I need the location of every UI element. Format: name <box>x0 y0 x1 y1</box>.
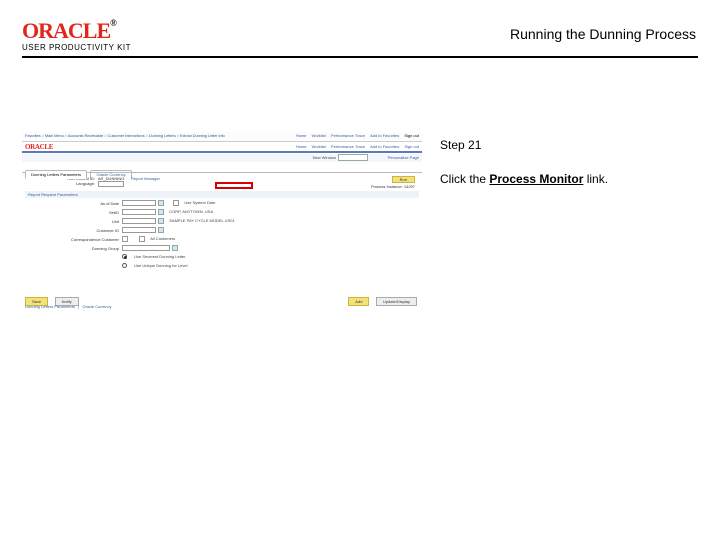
mini-oracle-logo: ORACLE <box>25 143 53 151</box>
radio-severest[interactable] <box>122 254 127 259</box>
use-sys-date-label: Use System Date <box>184 200 215 205</box>
link-home[interactable]: Home <box>296 133 307 138</box>
setid-input[interactable] <box>122 209 156 215</box>
link-perf-trace[interactable]: Performance Trace <box>331 133 365 138</box>
product-name: USER PRODUCTIVITY KIT <box>22 43 131 52</box>
sub-link-fav[interactable]: Add to Favorites <box>370 144 399 149</box>
bottom-link-currency[interactable]: Oracle Currency <box>82 304 111 309</box>
unit-input[interactable] <box>122 218 156 224</box>
add-button[interactable]: Add <box>348 297 369 306</box>
sub-link-worklist[interactable]: Worklist <box>312 144 326 149</box>
step-label: Step 21 <box>440 138 692 152</box>
crumb-sep: > <box>177 133 179 138</box>
instruction-panel: Step 21 Click the Process Monitor link. <box>440 138 692 186</box>
oracle-logo: ORACLE® USER PRODUCTIVITY KIT <box>22 18 131 52</box>
instance-value: 14297 <box>404 184 415 189</box>
sub-link-signout[interactable]: Sign out <box>404 144 419 149</box>
sub-link-home[interactable]: Home <box>296 144 307 149</box>
corr-cust-label: Correspondence Customer <box>22 237 119 242</box>
doc-header: ORACLE® USER PRODUCTIVITY KIT Running th… <box>22 18 698 58</box>
as-of-date-label: As of Date <box>22 201 119 206</box>
app-screenshot: Favorites > Main Menu > Accounts Receiva… <box>22 132 422 330</box>
panel-title: Report Request Parameters <box>25 191 419 198</box>
crumb-favorites[interactable]: Favorites <box>25 133 41 138</box>
tab-dunning-params[interactable]: Dunning Letters Parameters <box>25 170 87 179</box>
instance-label: Process Instance: <box>371 184 403 189</box>
sub-link-perf[interactable]: Performance Trace <box>331 144 365 149</box>
chevron-down-icon[interactable] <box>172 245 178 251</box>
corr-cust-checkbox[interactable] <box>122 236 128 242</box>
radio-unique[interactable] <box>122 263 127 268</box>
link-signout[interactable]: Sign out <box>404 133 419 138</box>
crumb-sep: > <box>104 133 106 138</box>
customer-label: Customer ID <box>22 228 119 233</box>
run-button[interactable]: Run <box>392 176 415 183</box>
unit-desc: SAMPLE PAY CYCLE MODEL US01 <box>169 218 234 223</box>
use-sys-date-checkbox[interactable] <box>173 200 179 206</box>
report-mgr-link[interactable]: Report Manager <box>131 176 160 181</box>
params-form: As of Date Use System Date SetID CORP, A… <box>22 200 422 272</box>
bottom-tabs-links: Dunning Letters Parameters | Oracle Curr… <box>25 304 111 309</box>
all-cust-label: All Customers <box>150 236 175 241</box>
page-root: ORACLE® USER PRODUCTIVITY KIT Running th… <box>0 0 720 540</box>
instr-before: Click the <box>440 172 489 186</box>
crumb-extract[interactable]: Extract Dunning Letter Info <box>180 133 225 138</box>
instr-after: link. <box>583 172 608 186</box>
process-monitor-link[interactable] <box>215 182 253 189</box>
dunning-group-label: Dunning Group <box>22 246 119 251</box>
link-worklist[interactable]: Worklist <box>312 133 326 138</box>
crumb-cust-int[interactable]: Customer Interactions <box>108 133 145 138</box>
new-window-label[interactable]: New Window <box>313 155 336 160</box>
crumb-dunning[interactable]: Dunning Letters <box>149 133 176 138</box>
crumb-sep: > <box>146 133 148 138</box>
process-monitor-link-text: Process Monitor <box>489 172 583 186</box>
app-subheader: ORACLE Home Worklist Performance Trace A… <box>22 142 422 153</box>
bottom-sep: | <box>78 304 79 309</box>
subheader-links: Home Worklist Performance Trace Add to F… <box>292 144 419 149</box>
lookup-icon[interactable] <box>158 227 164 233</box>
bottom-link-params[interactable]: Dunning Letters Parameters <box>25 304 75 309</box>
lookup-icon[interactable] <box>158 209 164 215</box>
crumb-sep: > <box>42 133 44 138</box>
crumb-main-menu[interactable]: Main Menu <box>45 133 64 138</box>
global-nav: Favorites > Main Menu > Accounts Receiva… <box>22 132 422 142</box>
brand-text: ORACLE <box>22 18 110 43</box>
lang-select[interactable] <box>98 181 124 187</box>
customer-input[interactable] <box>122 227 156 233</box>
setid-desc: CORP, ANYTOWN, USA <box>169 209 213 214</box>
new-window-select[interactable] <box>338 154 368 161</box>
lookup-icon[interactable] <box>158 218 164 224</box>
link-add-fav[interactable]: Add to Favorites <box>370 133 399 138</box>
global-links: Home Worklist Performance Trace Add to F… <box>292 133 419 138</box>
calendar-icon[interactable] <box>158 200 164 206</box>
radio-severest-label: Use Severest Dunning Letter <box>134 254 185 259</box>
doc-title: Running the Dunning Process <box>510 26 696 42</box>
breadcrumb[interactable]: Favorites > Main Menu > Accounts Receiva… <box>25 133 225 138</box>
crumb-ar[interactable]: Accounts Receivable <box>68 133 103 138</box>
as-of-date-input[interactable] <box>122 200 156 206</box>
all-cust-checkbox[interactable] <box>139 236 145 242</box>
lang-label: Language: <box>55 181 95 186</box>
crumb-sep: > <box>65 133 67 138</box>
instruction-text: Click the Process Monitor link. <box>440 172 692 186</box>
toolbar: New Window Personalize Page <box>22 154 422 162</box>
dunning-group-select[interactable] <box>122 245 170 251</box>
radio-unique-label: Use Unique Dunning for Level <box>134 263 187 268</box>
personalize-link[interactable]: Personalize Page <box>388 155 419 160</box>
unit-label: Unit <box>22 219 119 224</box>
update-button[interactable]: Update/Display <box>376 297 417 306</box>
setid-label: SetID <box>22 210 119 215</box>
oracle-wordmark: ORACLE® <box>22 18 131 44</box>
run-right: Run Process Instance: 14297 <box>371 176 415 189</box>
tm-symbol: ® <box>110 18 116 28</box>
